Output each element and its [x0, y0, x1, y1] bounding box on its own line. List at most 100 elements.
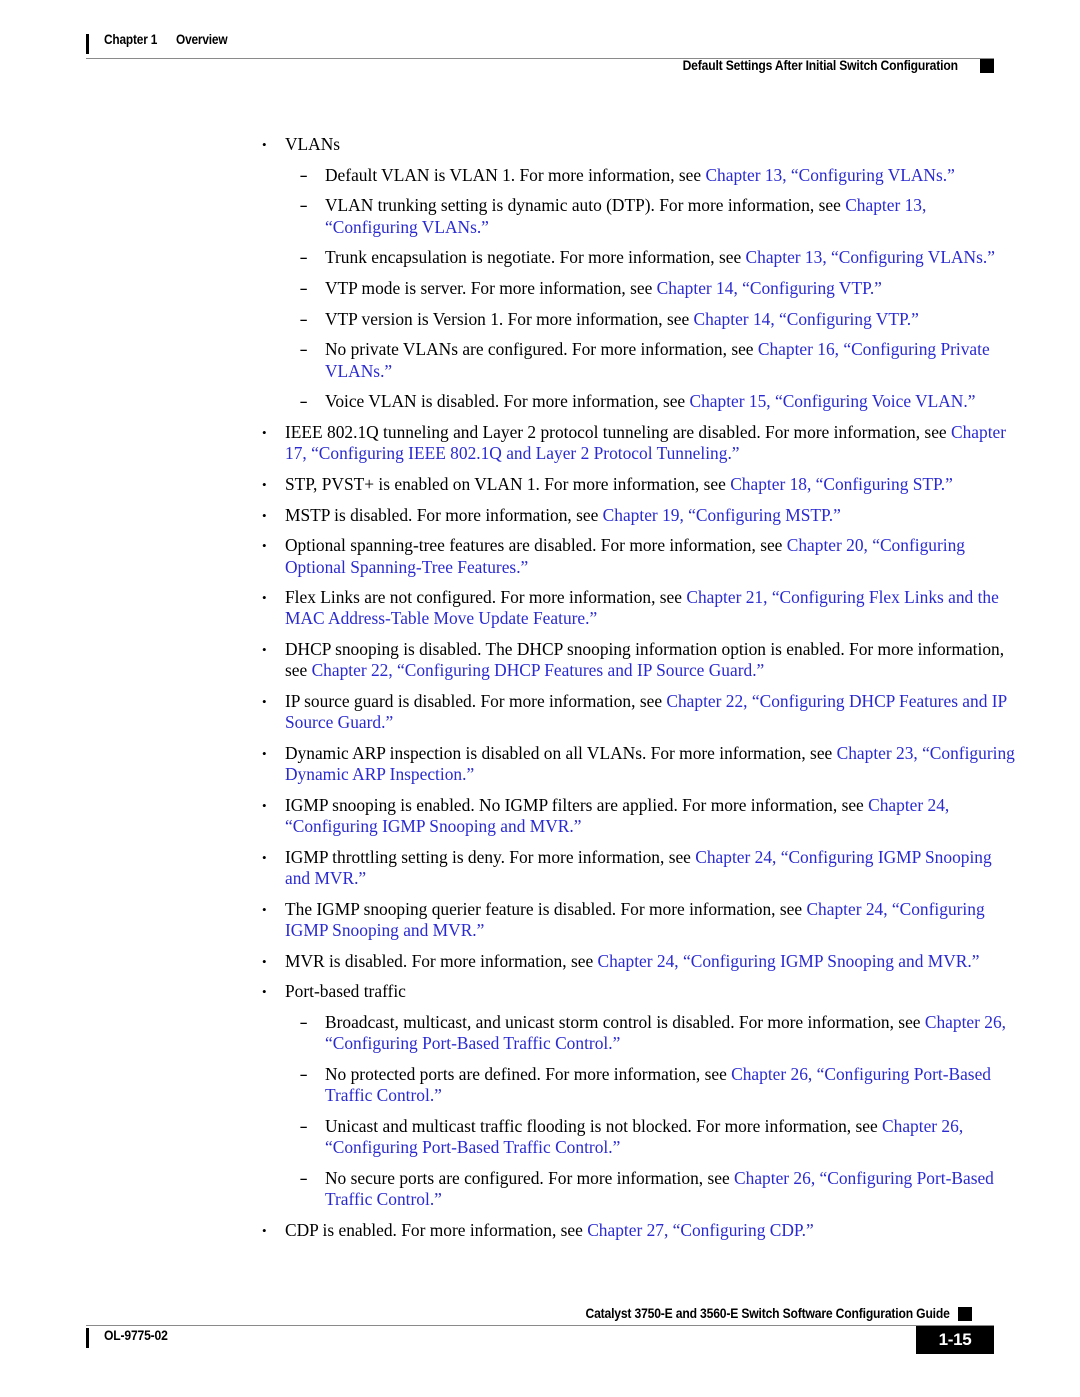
bullet-dot-icon: •: [262, 425, 267, 441]
bullet-item-level2: – Unicast and multicast traffic flooding …: [258, 1116, 1018, 1158]
bullet-dash-icon: –: [300, 250, 308, 266]
body-text: No protected ports are defined. For more…: [325, 1063, 732, 1084]
bullet-dash-icon: –: [300, 198, 308, 214]
body-text: Dynamic ARP inspection is disabled on al…: [285, 742, 837, 763]
body-text: STP, PVST+ is enabled on VLAN 1. For mor…: [285, 473, 731, 494]
bullet-item-level1: • The IGMP snooping querier feature is di…: [258, 899, 1018, 941]
cross-reference-link[interactable]: Chapter 15, “Configuring Voice VLAN.”: [690, 391, 976, 411]
bullet-item-level1: • IGMP snooping is enabled. No IGMP filte…: [258, 795, 1018, 837]
bullet-dot-icon: •: [262, 538, 267, 554]
cross-reference-link[interactable]: Chapter 19, “Configuring MSTP.”: [603, 505, 841, 525]
bullet-dash-icon: –: [300, 394, 308, 410]
footer-document-id: OL-9775-02: [104, 1328, 168, 1343]
page-footer: Catalyst 3750-E and 3560-E Switch Softwa…: [86, 1306, 994, 1376]
body-text: Broadcast, multicast, and unicast storm …: [325, 1012, 925, 1032]
body-text: IGMP snooping is enabled. No IGMP filter…: [285, 794, 869, 815]
body-text: Trunk encapsulation is negotiate. For mo…: [325, 247, 746, 268]
bullet-dot-icon: •: [262, 797, 267, 813]
header-chapter-title: Overview: [176, 32, 228, 47]
cross-reference-link[interactable]: Chapter 24, “Configuring IGMP Snooping a…: [598, 951, 980, 971]
cross-reference-link[interactable]: Chapter 13, “Configuring VLANs.”: [705, 165, 954, 185]
bullet-item-level1: • Optional spanning-tree features are dis…: [258, 535, 1018, 577]
bullet-item-level1: • IP source guard is disabled. For more i…: [258, 691, 1018, 733]
footer-page-number: 1-15: [916, 1326, 994, 1354]
page-header: Chapter 1 Overview Default Settings Afte…: [86, 32, 994, 82]
header-chapter-row: Chapter 1 Overview: [86, 32, 994, 56]
body-text: IGMP throttling setting is deny. For mor…: [285, 846, 696, 867]
bullet-item-level1: • MVR is disabled. For more information, …: [258, 951, 1018, 972]
bullet-item-level2: – No protected ports are defined. For mor…: [258, 1064, 1018, 1106]
bullet-item-level2: – Default VLAN is VLAN 1. For more inform…: [258, 165, 1018, 186]
body-text: MVR is disabled. For more information, s…: [285, 950, 598, 971]
footer-square-marker: [958, 1307, 972, 1321]
bullet-dash-icon: –: [300, 1015, 308, 1030]
bullet-dot-icon: •: [262, 1222, 267, 1238]
bullet-item-level1: • CDP is enabled. For more information, s…: [258, 1220, 1018, 1241]
cross-reference-link[interactable]: Chapter 27, “Configuring CDP.”: [587, 1220, 814, 1240]
footer-guide-title: Catalyst 3750-E and 3560-E Switch Softwa…: [585, 1306, 950, 1321]
bullet-dot-icon: •: [262, 849, 267, 865]
bullet-item-level1: • STP, PVST+ is enabled on VLAN 1. For mo…: [258, 474, 1018, 495]
body-text: IEEE 802.1Q tunneling and Layer 2 protoc…: [285, 422, 951, 443]
header-change-bar: [86, 34, 89, 54]
bullet-item-level2: – Broadcast, multicast, and unicast storm…: [258, 1012, 1018, 1054]
bullet-dash-icon: –: [300, 1118, 308, 1134]
bullet-dot-icon: •: [262, 745, 267, 761]
body-text: No private VLANs are configured. For mor…: [325, 339, 758, 360]
bullet-dash-icon: –: [300, 167, 308, 183]
cross-reference-link[interactable]: Chapter 22, “Configuring DHCP Features a…: [312, 660, 765, 680]
bullet-dash-icon: –: [300, 281, 308, 297]
bullet-item-level1: • Dynamic ARP inspection is disabled on a…: [258, 743, 1018, 785]
body-text: No secure ports are configured. For more…: [325, 1167, 735, 1188]
bullet-item-level1: • IEEE 802.1Q tunneling and Layer 2 proto…: [258, 422, 1018, 464]
body-text: VTP version is Version 1. For more infor…: [325, 308, 694, 329]
bullet-item-level2: – Trunk encapsulation is negotiate. For m…: [258, 247, 1018, 268]
bullet-item-level2: – No secure ports are configured. For mor…: [258, 1168, 1018, 1210]
bullet-dash-icon: –: [300, 1170, 308, 1186]
header-section-title: Default Settings After Initial Switch Co…: [682, 58, 958, 73]
bullet-dash-icon: –: [300, 311, 308, 327]
footer-rule: [86, 1325, 994, 1326]
header-square-marker: [980, 59, 994, 73]
bullet-item-level2: – VTP version is Version 1. For more info…: [258, 309, 1018, 330]
body-text: Port-based traffic: [285, 981, 406, 1002]
bullet-dot-icon: •: [262, 694, 267, 710]
body-text: The IGMP snooping querier feature is dis…: [285, 898, 807, 919]
body-text: MSTP is disabled. For more information, …: [285, 504, 603, 525]
bullet-item-level1: • Port-based traffic: [258, 981, 1018, 1002]
bullet-item-level2: – No private VLANs are configured. For mo…: [258, 339, 1018, 381]
bullet-dot-icon: •: [262, 901, 267, 917]
bullet-item-level2: – VLAN trunking setting is dynamic auto (…: [258, 195, 1018, 237]
body-text: Optional spanning-tree features are disa…: [285, 535, 787, 556]
bullet-item-level1: • DHCP snooping is disabled. The DHCP sno…: [258, 639, 1018, 681]
bullet-dot-icon: •: [262, 984, 267, 1000]
header-chapter-number: Chapter 1: [104, 32, 158, 47]
page-body: • VLANs – Default VLAN is VLAN 1. For more …: [258, 134, 1018, 1250]
body-text: Flex Links are not configured. For more …: [285, 587, 687, 608]
cross-reference-link[interactable]: Chapter 18, “Configuring STP.”: [730, 474, 953, 494]
cross-reference-link[interactable]: Chapter 14, “Configuring VTP.”: [694, 309, 919, 329]
body-text: Default VLAN is VLAN 1. For more informa…: [325, 164, 706, 185]
cross-reference-link[interactable]: Chapter 14, “Configuring VTP.”: [657, 278, 882, 298]
bullet-dash-icon: –: [300, 1066, 308, 1082]
bullet-item-level1: • Flex Links are not configured. For more…: [258, 587, 1018, 629]
body-text: VLANs: [285, 134, 341, 154]
bullet-item-level1: • IGMP throttling setting is deny. For mo…: [258, 847, 1018, 889]
body-text: IP source guard is disabled. For more in…: [285, 691, 667, 712]
bullet-item-level1: • VLANs: [258, 134, 1018, 155]
body-text: VTP mode is server. For more information…: [325, 278, 657, 299]
bullet-dot-icon: •: [262, 590, 267, 606]
body-text: CDP is enabled. For more information, se…: [285, 1219, 588, 1240]
body-text: VLAN trunking setting is dynamic auto (D…: [325, 195, 846, 216]
bullet-item-level1: • MSTP is disabled. For more information,…: [258, 505, 1018, 526]
bullet-dot-icon: •: [262, 642, 267, 658]
body-text: Unicast and multicast traffic flooding i…: [325, 1115, 883, 1136]
bullet-dot-icon: •: [262, 507, 267, 523]
bullet-dot-icon: •: [262, 953, 267, 969]
bullet-item-level2: – VTP mode is server. For more informatio…: [258, 278, 1018, 299]
bullet-dot-icon: •: [262, 137, 267, 152]
cross-reference-link[interactable]: Chapter 13, “Configuring VLANs.”: [746, 247, 995, 267]
footer-change-bar: [86, 1328, 89, 1348]
bullet-dot-icon: •: [262, 476, 267, 492]
bullet-item-level2: – Voice VLAN is disabled. For more inform…: [258, 391, 1018, 412]
